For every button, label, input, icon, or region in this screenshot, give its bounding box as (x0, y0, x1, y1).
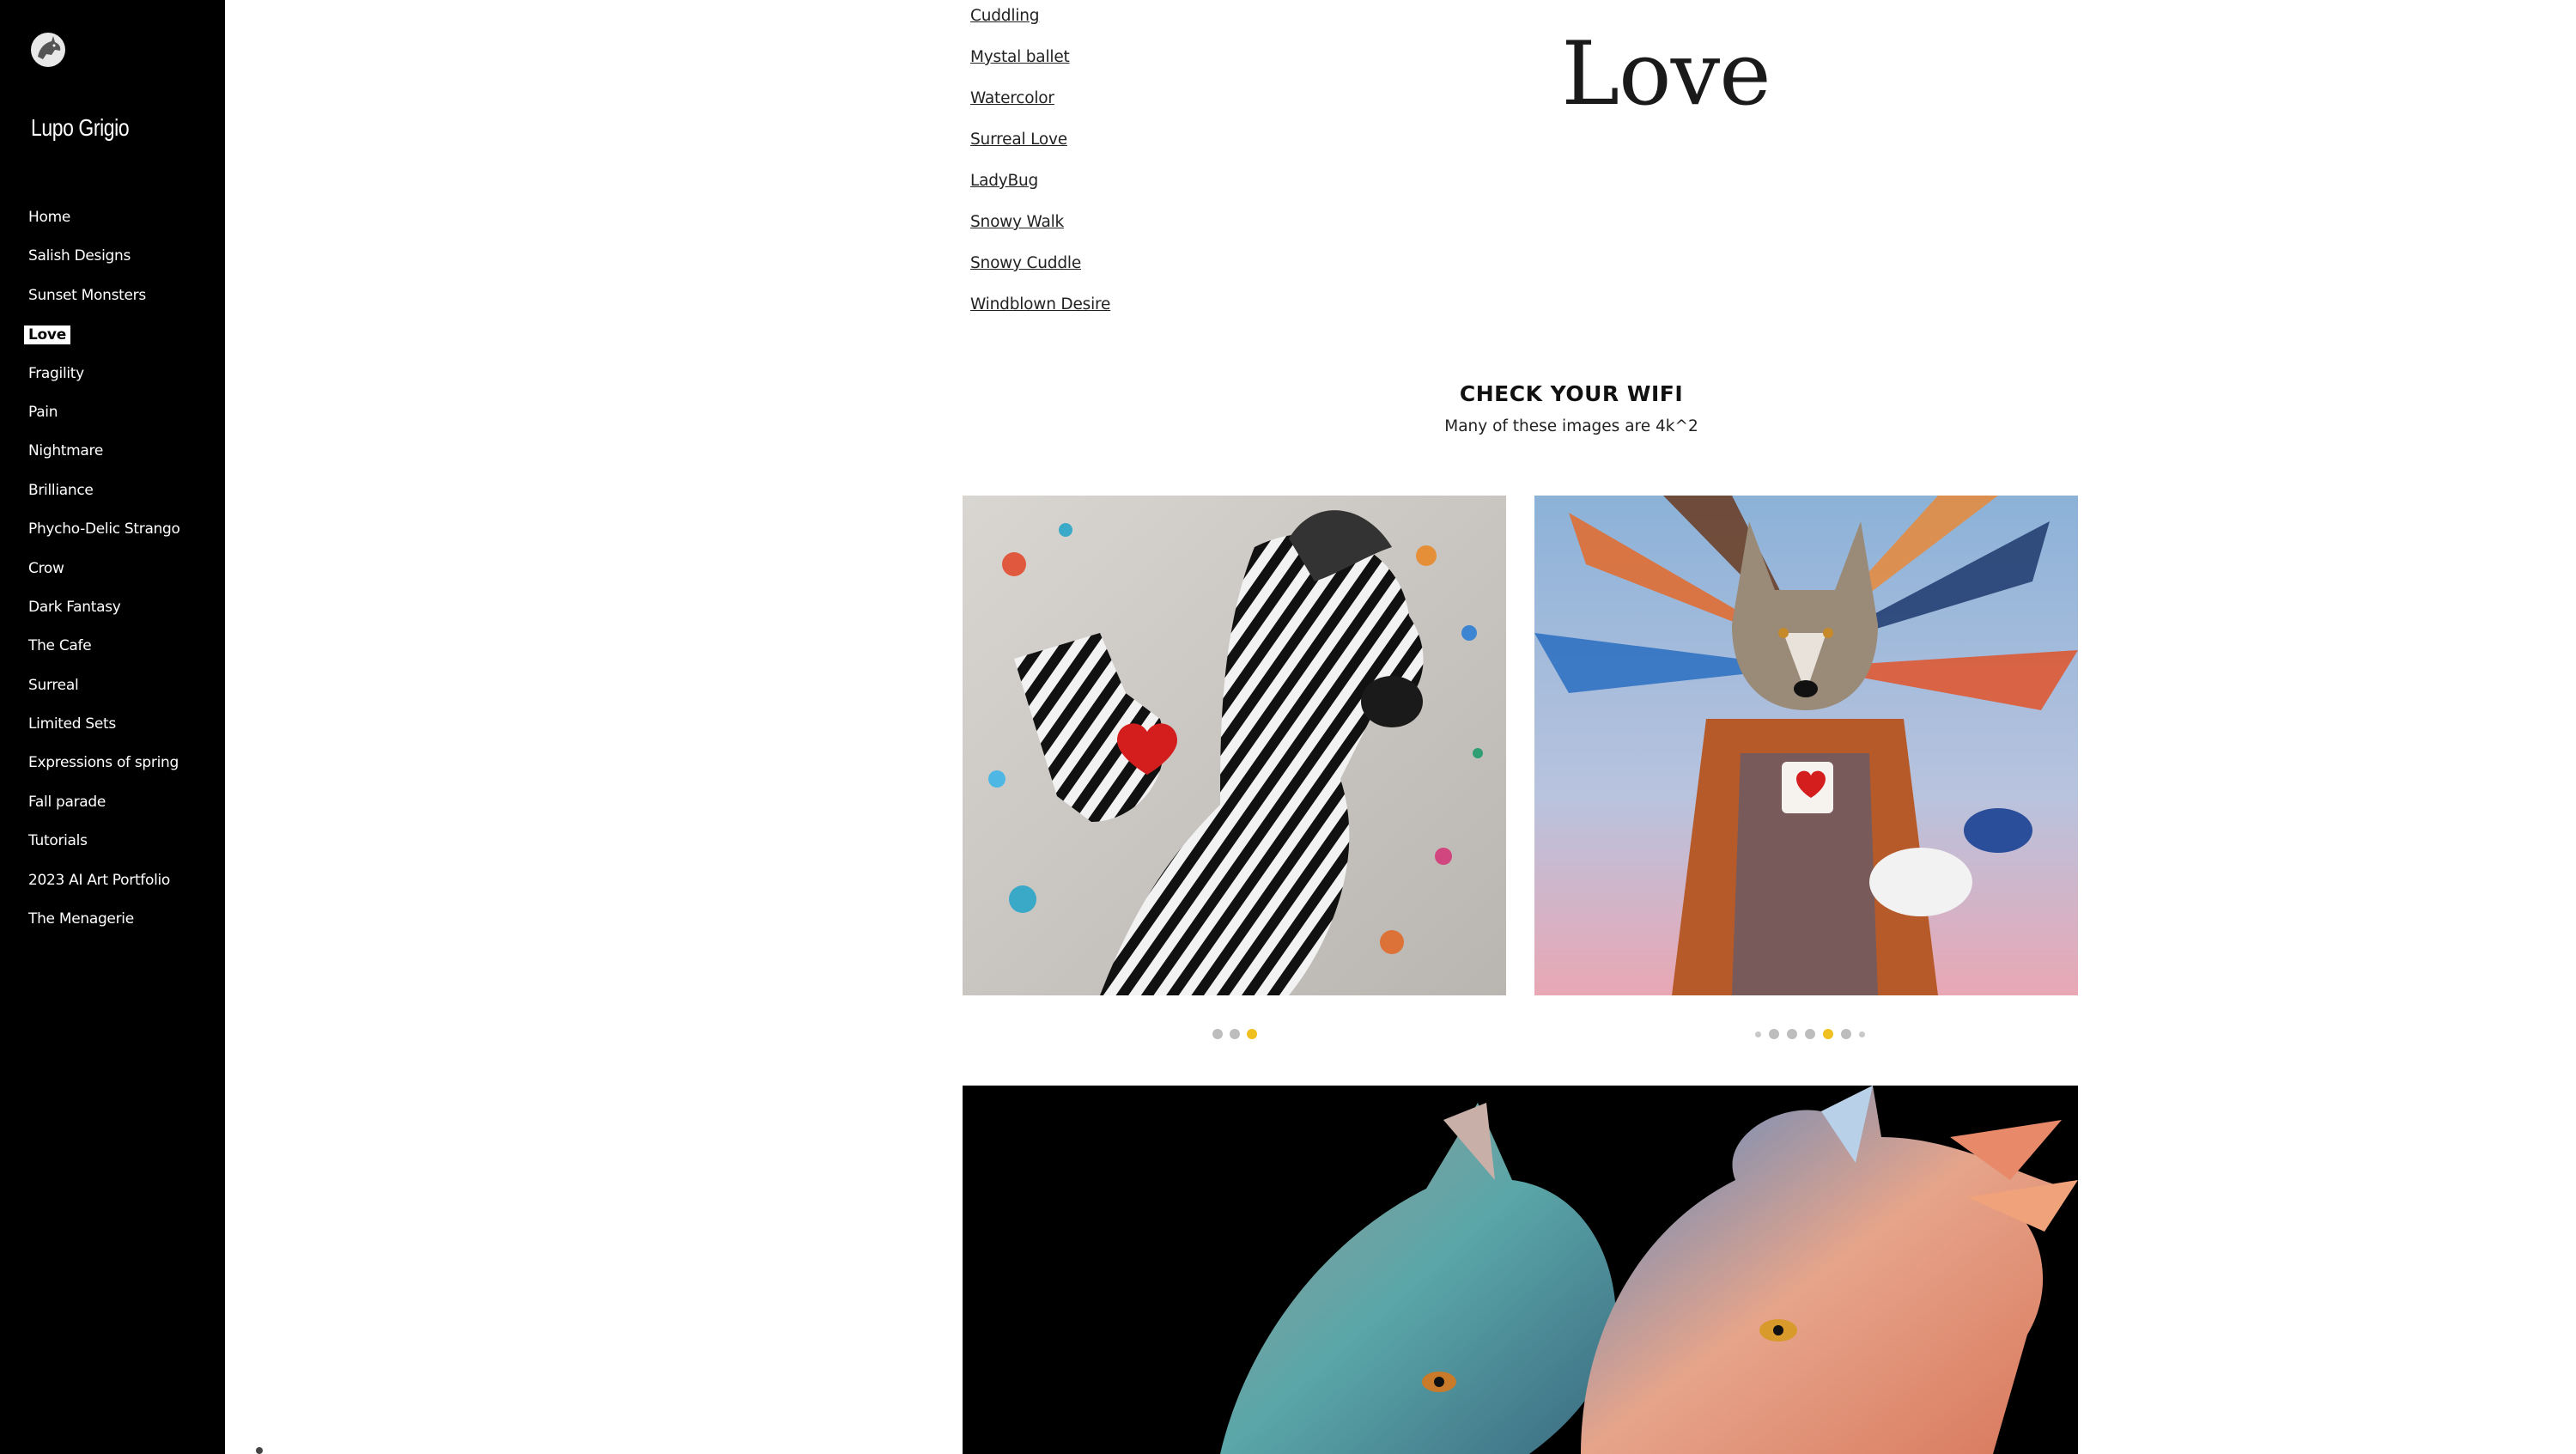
wolf-moon-logo-icon[interactable] (29, 31, 67, 69)
slide-dot-active[interactable] (1823, 1029, 1833, 1039)
nav-link[interactable]: Fragility (28, 365, 84, 382)
nav-link[interactable]: Phycho-Delic Strango (28, 520, 180, 538)
nav-link[interactable]: Salish Designs (28, 247, 131, 265)
gallery-1-pagination (1212, 1029, 1257, 1039)
subpage-link-surreal-love[interactable]: Surreal Love (970, 131, 1067, 149)
slide-dot-active[interactable] (1247, 1029, 1257, 1039)
subpage-link-watercolor[interactable]: Watercolor (970, 89, 1054, 107)
wifi-heading: CHECK YOUR WIFI (1459, 381, 1684, 406)
wifi-subtext: Many of these images are 4k^2 (1444, 417, 1698, 435)
nav-link[interactable]: Sunset Monsters (28, 287, 146, 304)
gallery-image-zebra[interactable] (963, 496, 1506, 995)
nav-link[interactable]: The Menagerie (28, 910, 134, 928)
slide-dot[interactable] (1769, 1029, 1779, 1039)
subpage-link-ladybug[interactable]: LadyBug (970, 172, 1038, 190)
nav-item-brilliance[interactable]: Brilliance (0, 477, 225, 515)
nav-item-the-cafe[interactable]: The Cafe (0, 632, 225, 671)
nav-link[interactable]: Home (28, 209, 70, 226)
slide-dot[interactable] (1787, 1029, 1797, 1039)
nav-item-nightmare[interactable]: Nightmare (0, 437, 225, 476)
nav-item-phycho-delic-strango[interactable]: Phycho-Delic Strango (0, 515, 225, 554)
nav-link[interactable]: Tutorials (28, 832, 88, 849)
nav-item-tutorials[interactable]: Tutorials (0, 827, 225, 866)
nav-link[interactable]: 2023 AI Art Portfolio (28, 872, 170, 889)
nav-link[interactable]: The Cafe (28, 637, 92, 654)
list-item: Cuddling (970, 7, 1110, 48)
slide-dot[interactable] (1755, 1031, 1761, 1037)
slide-dot[interactable] (1212, 1029, 1223, 1039)
nav-link[interactable]: Surreal (28, 677, 79, 694)
nav-link[interactable]: Expressions of spring (28, 754, 179, 771)
nav-item-surreal[interactable]: Surreal (0, 672, 225, 710)
subpage-link-snowy-cuddle[interactable]: Snowy Cuddle (970, 254, 1081, 272)
nav-item-the-menagerie[interactable]: The Menagerie (0, 905, 225, 944)
slide-dot[interactable] (1230, 1029, 1240, 1039)
slide-dot[interactable] (1859, 1031, 1865, 1037)
nav-link[interactable]: Fall parade (28, 794, 106, 811)
gallery-image-wolf[interactable] (1534, 496, 2078, 995)
nav-item-expressions-of-spring[interactable]: Expressions of spring (0, 749, 225, 788)
list-item: Mystal ballet (970, 48, 1110, 89)
list-item: Windblown Desire (970, 295, 1110, 337)
sidebar: Lupo Grigio Home Salish Designs Sunset M… (0, 0, 225, 1454)
nav-link[interactable]: Limited Sets (28, 715, 116, 733)
subpage-link-mystal-ballet[interactable]: Mystal ballet (970, 48, 1070, 66)
nav-link[interactable]: Nightmare (28, 442, 103, 459)
list-item: Snowy Walk (970, 213, 1110, 254)
slide-dot[interactable] (1805, 1029, 1815, 1039)
list-item: Watercolor (970, 89, 1110, 131)
scroll-indicator (256, 1447, 263, 1454)
nav-link-active[interactable]: Love (24, 325, 70, 345)
subpage-link-snowy-walk[interactable]: Snowy Walk (970, 213, 1064, 231)
nav-link[interactable]: Pain (28, 404, 58, 421)
nav-link[interactable]: Brilliance (28, 482, 94, 499)
subpage-links: Cuddling Mystal ballet Watercolor Surrea… (970, 7, 1110, 337)
nav-item-limited-sets[interactable]: Limited Sets (0, 710, 225, 749)
nav-item-fragility[interactable]: Fragility (0, 360, 225, 398)
nav-item-pain[interactable]: Pain (0, 398, 225, 437)
gallery-image-feathered-wolves[interactable] (963, 1086, 2078, 1454)
list-item: Surreal Love (970, 131, 1110, 172)
nav-link[interactable]: Dark Fantasy (28, 599, 121, 616)
nav-item-salish-designs[interactable]: Salish Designs (0, 242, 225, 281)
list-item: LadyBug (970, 172, 1110, 213)
page-title: Love (1561, 23, 1771, 125)
sidebar-nav: Home Salish Designs Sunset Monsters Love… (0, 204, 225, 944)
nav-link[interactable]: Crow (28, 560, 64, 577)
site-title[interactable]: Lupo Grigio (31, 114, 130, 142)
subpage-link-windblown-desire[interactable]: Windblown Desire (970, 295, 1110, 313)
slide-dot[interactable] (1841, 1029, 1851, 1039)
nav-item-home[interactable]: Home (0, 204, 225, 242)
nav-item-dark-fantasy[interactable]: Dark Fantasy (0, 593, 225, 632)
nav-item-fall-parade[interactable]: Fall parade (0, 788, 225, 827)
nav-item-love[interactable]: Love (0, 320, 225, 359)
nav-item-crow[interactable]: Crow (0, 555, 225, 593)
gallery-2-pagination (1755, 1029, 1865, 1039)
nav-item-sunset-monsters[interactable]: Sunset Monsters (0, 282, 225, 320)
list-item: Snowy Cuddle (970, 254, 1110, 295)
nav-item-2023-ai-art-portfolio[interactable]: 2023 AI Art Portfolio (0, 867, 225, 905)
subpage-link-cuddling[interactable]: Cuddling (970, 7, 1039, 25)
